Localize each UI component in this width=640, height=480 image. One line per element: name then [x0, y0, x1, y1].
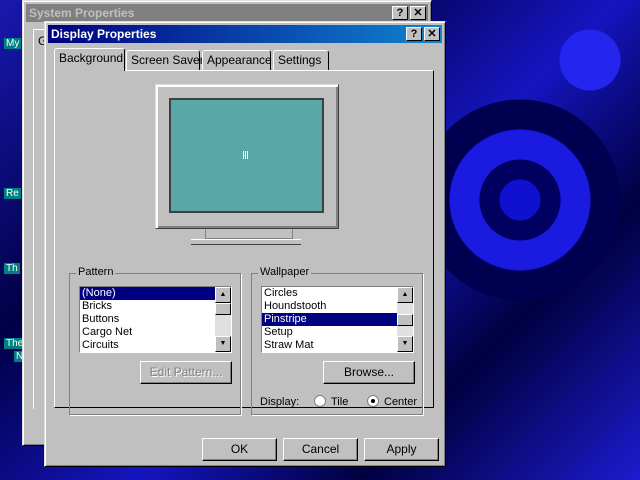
wallpaper-list-item[interactable]: Straw Mat: [262, 339, 413, 352]
wallpaper-scrollbar[interactable]: ▲ ▼: [397, 287, 413, 352]
edit-pattern-button[interactable]: Edit Pattern...: [140, 361, 232, 384]
pattern-list-item[interactable]: Cargo Net: [80, 326, 231, 339]
tab-settings[interactable]: Settings: [273, 50, 329, 70]
wallpaper-preview-thumbnail: [243, 151, 248, 159]
help-button[interactable]: ?: [406, 27, 422, 41]
wallpaper-list-item[interactable]: Setup: [262, 326, 413, 339]
center-radio[interactable]: [367, 395, 379, 407]
pattern-listbox[interactable]: (None) Bricks Buttons Cargo Net Circuits…: [79, 286, 232, 353]
wallpaper-listbox[interactable]: Circles Houndstooth Pinstripe Setup Stra…: [261, 286, 414, 353]
scroll-down-arrow-icon[interactable]: ▼: [215, 336, 231, 352]
monitor-neck: [205, 229, 293, 239]
pattern-group: Pattern (None) Bricks Buttons Cargo Net …: [69, 266, 241, 415]
cancel-button[interactable]: Cancel: [283, 438, 358, 461]
desktop-icon-label-3[interactable]: Th: [4, 263, 20, 274]
wallpaper-group: Wallpaper Circles Houndstooth Pinstripe …: [251, 266, 423, 415]
display-mode-label: Display:: [260, 396, 300, 408]
wallpaper-list-item[interactable]: Houndstooth: [262, 300, 413, 313]
monitor-preview: [155, 84, 339, 229]
wallpaper-list-item[interactable]: Pinstripe: [262, 313, 413, 326]
close-button[interactable]: ✕: [424, 27, 440, 41]
wallpaper-list-item[interactable]: Circles: [262, 287, 413, 300]
display-properties-title: Display Properties: [51, 27, 157, 41]
background-tab-panel: Pattern (None) Bricks Buttons Cargo Net …: [54, 70, 434, 415]
scroll-down-arrow-icon[interactable]: ▼: [397, 336, 413, 352]
scroll-up-arrow-icon[interactable]: ▲: [215, 287, 231, 303]
tab-background[interactable]: Background: [54, 48, 125, 71]
monitor-stand: [191, 239, 301, 245]
desktop-icon-label-recycle-bin[interactable]: Re: [4, 188, 21, 199]
scroll-up-arrow-icon[interactable]: ▲: [397, 287, 413, 303]
scroll-thumb[interactable]: [215, 303, 231, 315]
tab-appearance[interactable]: Appearance: [202, 50, 272, 70]
tile-radio[interactable]: [314, 395, 326, 407]
display-properties-titlebar[interactable]: Display Properties ? ✕: [48, 25, 442, 43]
pattern-list-item[interactable]: Bricks: [80, 300, 231, 313]
display-properties-dialog[interactable]: Display Properties ? ✕ Background Screen…: [44, 21, 446, 467]
center-radio-label[interactable]: Center: [384, 396, 417, 408]
tile-radio-label[interactable]: Tile: [331, 396, 348, 408]
apply-button[interactable]: Apply: [364, 438, 439, 461]
pattern-list-item[interactable]: Buttons: [80, 313, 231, 326]
tab-screen-saver[interactable]: Screen Saver: [126, 50, 204, 70]
scroll-thumb[interactable]: [397, 314, 413, 326]
browse-button[interactable]: Browse...: [323, 361, 415, 384]
wallpaper-group-label: Wallpaper: [258, 266, 312, 278]
pattern-scrollbar[interactable]: ▲ ▼: [215, 287, 231, 352]
system-properties-help-button[interactable]: ?: [392, 6, 408, 20]
pattern-group-label: Pattern: [76, 266, 116, 278]
preview-screen: [169, 98, 324, 213]
system-properties-titlebar[interactable]: System Properties ? ✕: [26, 4, 428, 22]
pattern-list-item[interactable]: (None): [80, 287, 231, 300]
pattern-list-item[interactable]: Circuits: [80, 339, 231, 352]
ok-button[interactable]: OK: [202, 438, 277, 461]
system-properties-close-button[interactable]: ✕: [410, 6, 426, 20]
desktop-icon-label-my-computer[interactable]: My: [4, 38, 22, 49]
system-properties-title: System Properties: [29, 6, 135, 20]
